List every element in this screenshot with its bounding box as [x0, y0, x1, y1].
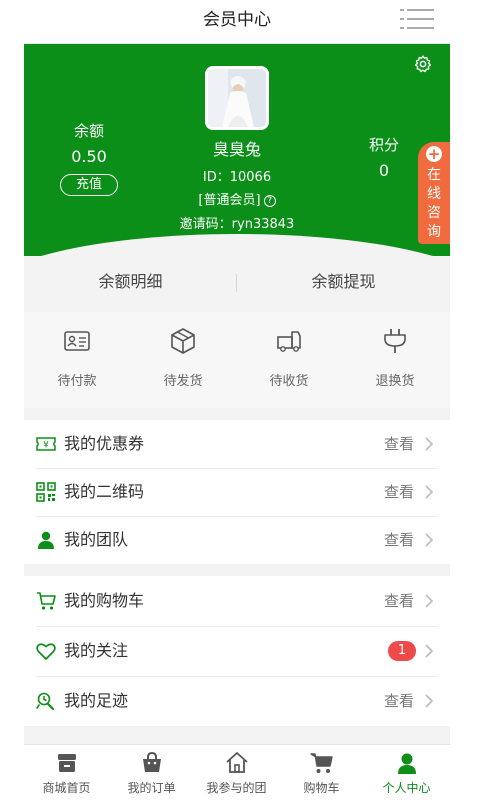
order-return-exchange[interactable]: 退换货	[342, 312, 448, 408]
order-pending-receipt[interactable]: 待收货	[236, 312, 342, 408]
order-label: 退换货	[375, 374, 415, 389]
menu-group-shopping: 我的购物车 查看 我的关注 1 我的足迹 查看	[24, 576, 450, 726]
balance-label: 余额	[73, 122, 104, 140]
profile-header: 余额 0.50 充值 臭臭兔 ID：10066 [普通会员]? 邀请码：ryn3…	[24, 44, 450, 256]
points-block: 积分 0	[354, 134, 414, 180]
nav-my-orders[interactable]: 我的订单	[109, 745, 194, 800]
user-name: 臭臭兔	[212, 140, 261, 159]
coupon-icon: ¥	[36, 437, 56, 451]
menu-label: 我的团队	[64, 530, 129, 549]
svg-text:¥: ¥	[43, 441, 49, 451]
balance-block: 余额 0.50 充值	[54, 120, 124, 196]
menu-item-team[interactable]: 我的团队 查看	[24, 516, 450, 564]
user-info: 臭臭兔 ID：10066 [普通会员]? 邀请码：ryn33843	[144, 136, 330, 232]
order-pending-payment[interactable]: 待付款	[24, 312, 130, 408]
points-value: 0	[378, 161, 390, 180]
member-level-text: [普通会员]	[198, 193, 261, 208]
member-center-page: 会员中心 余额 0.50 充值 臭臭兔 ID：10066 [普通会员] ? 邀请…	[24, 0, 450, 800]
member-level: [普通会员]?	[144, 189, 330, 208]
chevron-right-icon	[425, 644, 434, 658]
user-icon	[38, 531, 54, 549]
nav-my-groups[interactable]: 我参与的团	[194, 745, 279, 800]
nav-personal-center[interactable]: 个人中心	[364, 745, 449, 800]
nav-label: 个人中心	[382, 781, 431, 795]
view-link[interactable]: 查看	[384, 576, 414, 626]
chevron-right-icon	[425, 594, 434, 608]
chevron-right-icon	[425, 437, 434, 451]
plus-icon: +	[426, 145, 442, 163]
menu-item-footprints[interactable]: 我的足迹 查看	[24, 676, 450, 726]
id-card-icon	[64, 331, 90, 351]
menu-label: 我的足迹	[64, 691, 129, 710]
store-icon	[57, 754, 76, 772]
chevron-right-icon	[425, 533, 434, 547]
menu-label: 我的关注	[64, 641, 129, 660]
menu-label: 我的购物车	[64, 591, 145, 610]
order-label: 待发货	[163, 374, 203, 389]
avatar[interactable]	[205, 66, 269, 130]
bottom-nav: 商城首页 我的订单 我参与的团 购物车 个人中心	[24, 744, 450, 800]
nav-store-home[interactable]: 商城首页	[24, 745, 109, 800]
online-consult-button[interactable]: + 在线咨询	[418, 142, 450, 244]
heart-icon	[36, 643, 56, 660]
plug-icon	[384, 329, 406, 353]
menu-group-account: ¥ 我的优惠券 查看 我的二维码 查看 我的团队 查看	[24, 420, 450, 564]
balance-value: 0.50	[71, 147, 107, 166]
cart-icon	[309, 753, 333, 773]
order-pending-shipment[interactable]: 待发货	[130, 312, 236, 408]
home-icon	[225, 752, 248, 773]
hero-curve-decoration	[24, 234, 450, 256]
menu-item-cart[interactable]: 我的购物车 查看	[24, 576, 450, 626]
view-link[interactable]: 查看	[384, 676, 414, 726]
user-id: ID：10066	[202, 170, 272, 185]
view-link[interactable]: 查看	[384, 420, 414, 468]
tab-balance-withdraw[interactable]: 余额提现	[237, 258, 450, 306]
top-bar: 会员中心	[24, 0, 450, 44]
footprint-icon	[36, 692, 55, 711]
menu-label: 我的优惠券	[64, 434, 145, 453]
points-label: 积分	[368, 136, 399, 154]
nav-label: 购物车	[303, 781, 340, 795]
gear-icon[interactable]	[413, 54, 433, 74]
truck-icon	[277, 331, 301, 352]
nav-label: 商城首页	[42, 781, 91, 795]
cart-icon	[37, 592, 56, 610]
package-icon	[171, 328, 195, 354]
avatar-photo	[208, 69, 266, 127]
view-link[interactable]: 查看	[384, 516, 414, 564]
tab-balance-detail[interactable]: 余额明细	[24, 258, 237, 306]
count-badge: 1	[388, 641, 416, 661]
menu-icon[interactable]	[400, 8, 434, 30]
chevron-right-icon	[425, 485, 434, 499]
qrcode-icon	[36, 482, 56, 502]
invite-code: 邀请码：ryn33843	[179, 217, 295, 232]
online-consult-label: 在线咨询	[427, 167, 441, 240]
menu-item-coupons[interactable]: ¥ 我的优惠券 查看	[24, 420, 450, 468]
view-link[interactable]: 查看	[384, 468, 414, 516]
person-icon	[397, 753, 416, 774]
balance-tabs: 余额明细 余额提现	[24, 258, 450, 306]
chevron-right-icon	[425, 694, 434, 708]
menu-item-qrcode[interactable]: 我的二维码 查看	[24, 468, 450, 516]
menu-label: 我的二维码	[64, 482, 145, 501]
order-label: 待付款	[57, 374, 97, 389]
nav-label: 我参与的团	[206, 781, 267, 795]
order-label: 待收货	[269, 374, 309, 389]
nav-cart[interactable]: 购物车	[279, 745, 364, 800]
menu-item-favorites[interactable]: 我的关注 1	[24, 626, 450, 676]
nav-label: 我的订单	[127, 781, 176, 795]
recharge-button[interactable]: 充值	[60, 174, 118, 196]
bag-icon	[142, 751, 161, 772]
page-title: 会员中心	[203, 10, 271, 30]
help-icon[interactable]: ?	[263, 195, 276, 207]
order-status-bar: 待付款 待发货 待收货 退换货	[24, 312, 450, 408]
